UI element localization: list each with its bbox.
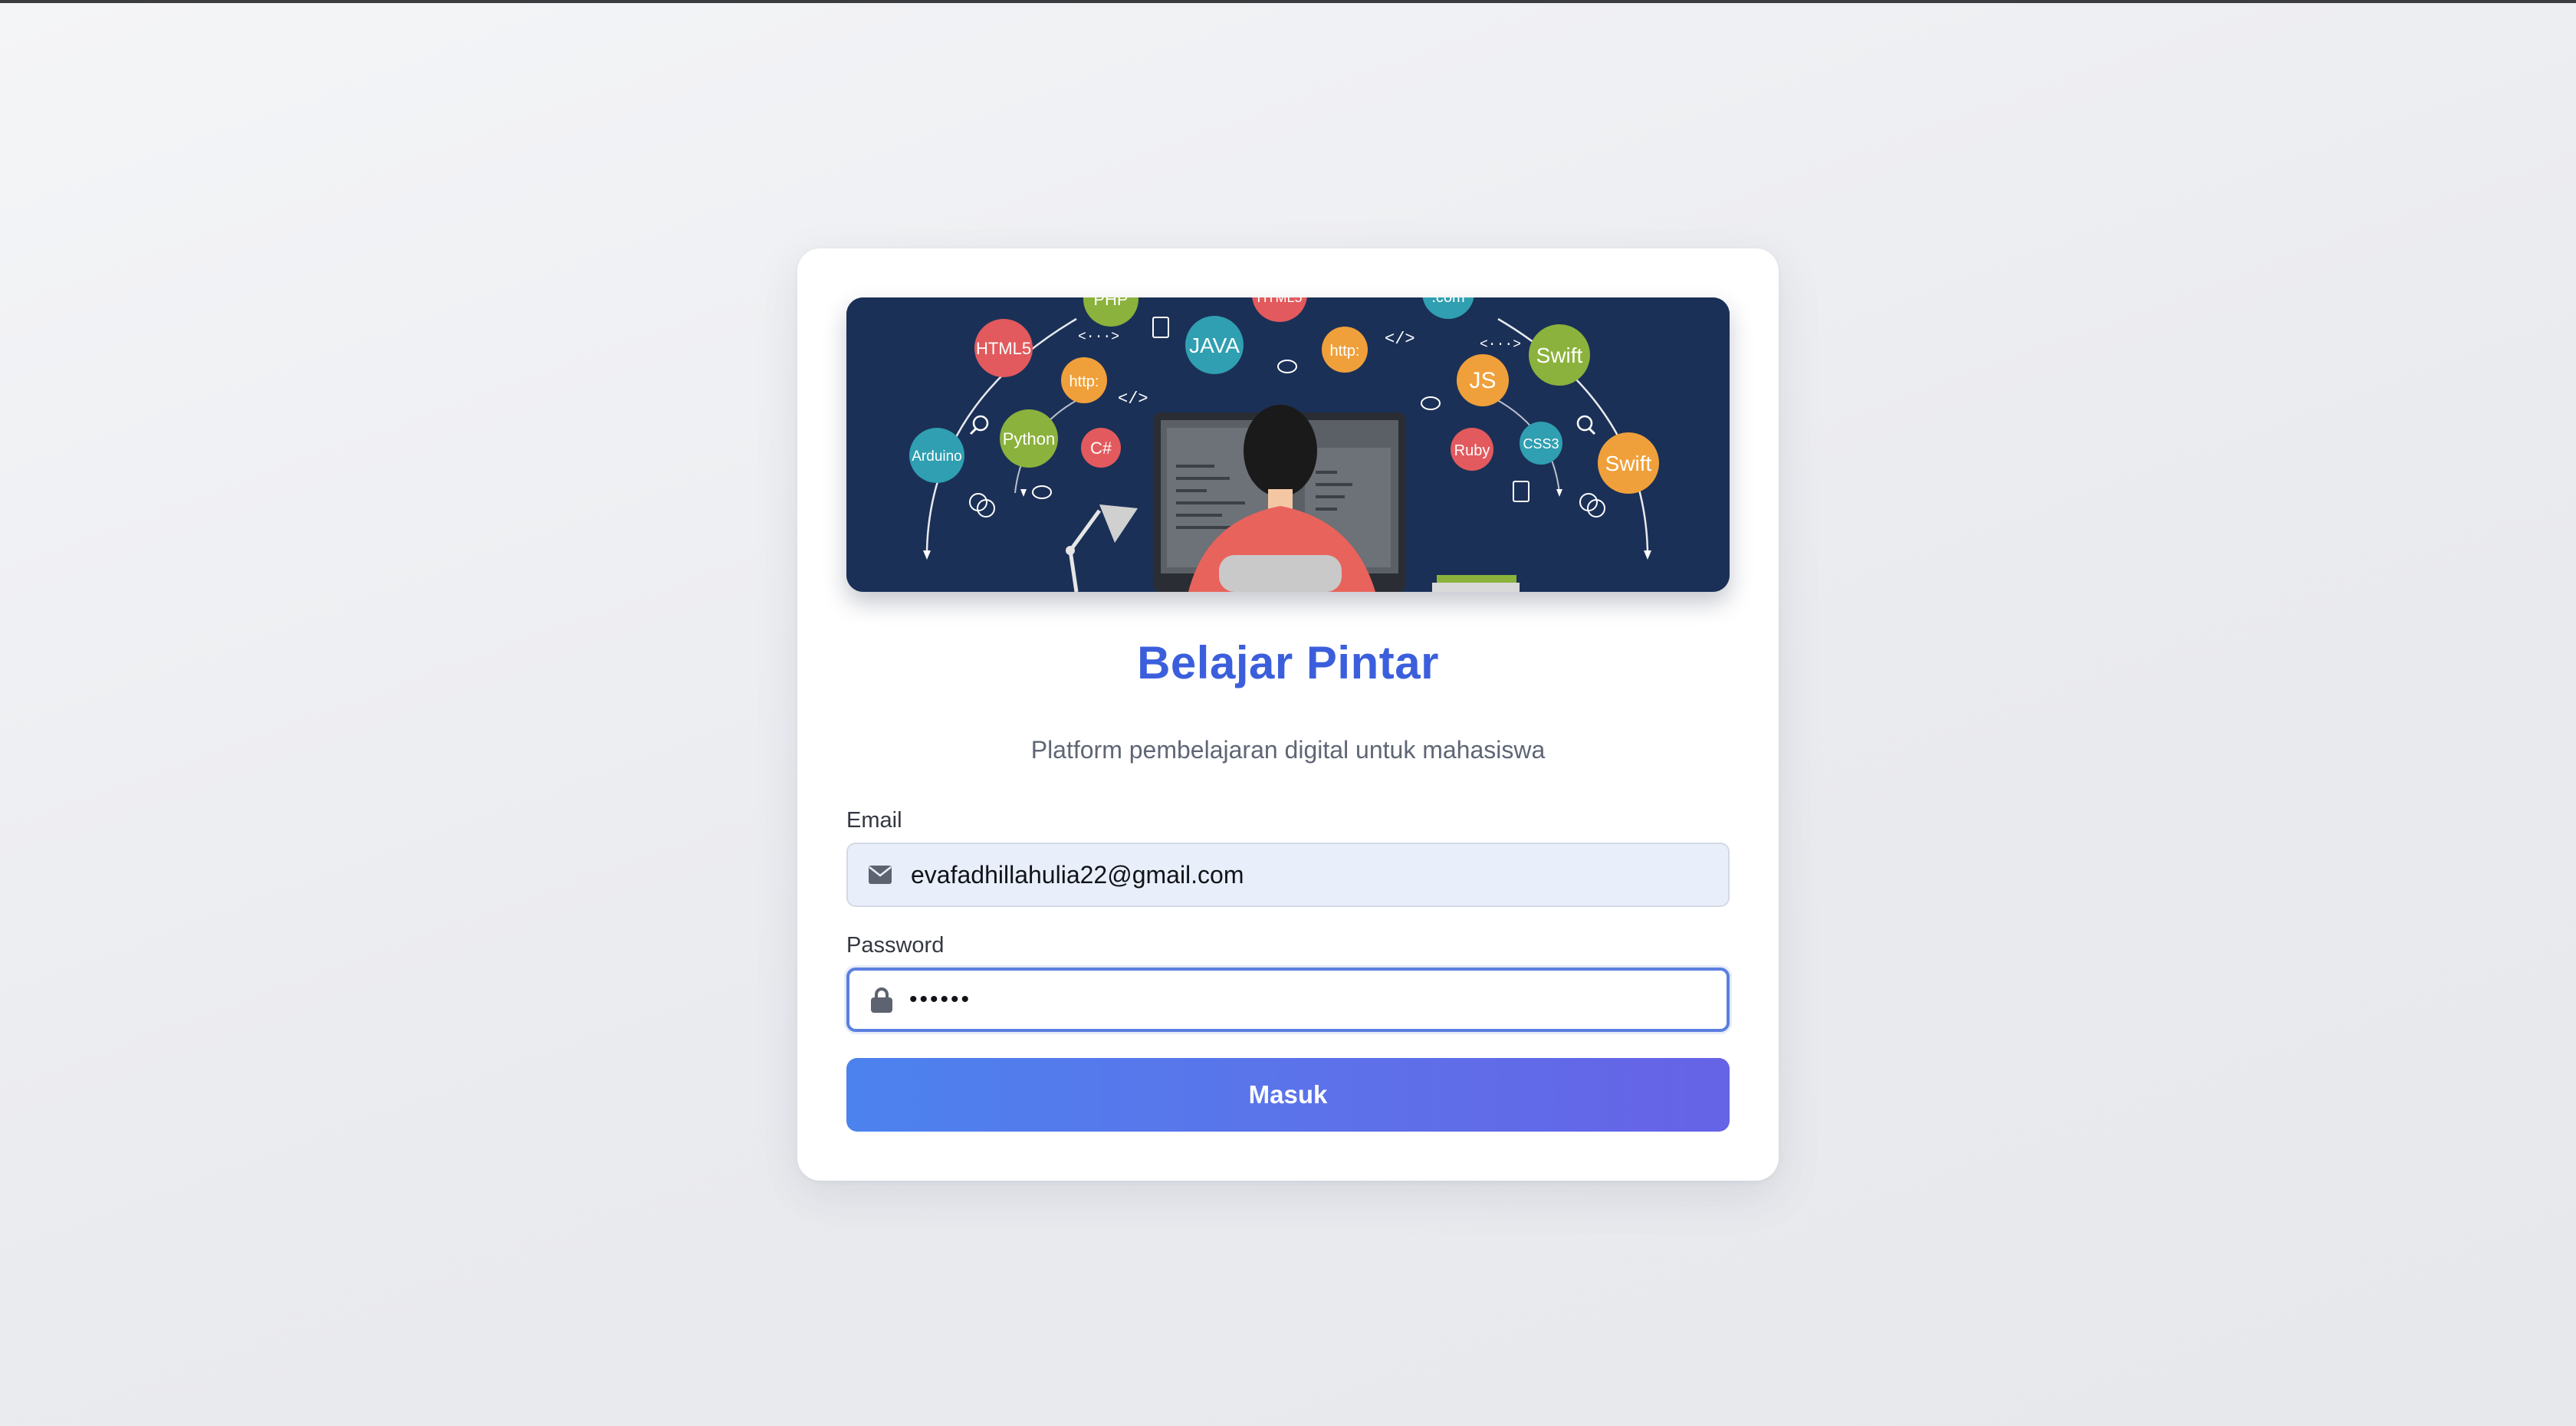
bubble-ruby: Ruby — [1451, 428, 1493, 471]
bubble-csharp: C# — [1081, 428, 1121, 468]
password-label: Password — [846, 933, 945, 958]
bubble-http-right: http: — [1322, 327, 1368, 373]
svg-text:http:: http: — [1070, 373, 1099, 390]
window-top-border — [0, 0, 2576, 3]
svg-text:http:: http: — [1330, 343, 1360, 360]
password-field[interactable]: •••••• — [846, 968, 1730, 1032]
svg-text:Python: Python — [1003, 429, 1056, 449]
svg-text:JS: JS — [1469, 368, 1496, 393]
code-symbol: </> — [1385, 330, 1415, 349]
svg-text:C#: C# — [1090, 439, 1112, 458]
bubble-java: JAVA — [1185, 316, 1244, 374]
bubble-http-left: http: — [1061, 357, 1107, 403]
svg-text:Ruby: Ruby — [1454, 442, 1490, 459]
app-subtitle: Platform pembelajaran digital untuk maha… — [1030, 736, 1546, 764]
bubble-swift-top: Swift — [1529, 324, 1590, 386]
svg-text:Swift: Swift — [1605, 452, 1652, 475]
code-symbol: <···> — [1078, 330, 1119, 345]
login-card: PHP HTML5 JAVA HTML5 .com Swift http: ht… — [797, 248, 1779, 1181]
bubble-python: Python — [1000, 409, 1058, 468]
envelope-icon — [866, 861, 894, 889]
svg-text:HTML5: HTML5 — [976, 339, 1031, 358]
svg-text:Swift: Swift — [1536, 343, 1583, 367]
code-symbol: <···> — [1480, 337, 1521, 353]
email-input[interactable] — [911, 844, 1708, 905]
svg-text:PHP: PHP — [1093, 297, 1128, 309]
email-field[interactable] — [846, 843, 1730, 907]
lock-icon — [868, 986, 895, 1014]
svg-text:JAVA: JAVA — [1189, 334, 1240, 357]
svg-text:CSS3: CSS3 — [1523, 436, 1559, 452]
password-input[interactable]: •••••• — [909, 971, 1707, 1029]
email-label: Email — [846, 808, 902, 833]
bubble-swift-right: Swift — [1598, 432, 1659, 494]
app-title: Belajar Pintar — [1137, 637, 1439, 688]
svg-text:HTML5: HTML5 — [1257, 297, 1302, 305]
code-symbol: </> — [1118, 389, 1148, 409]
login-submit-button[interactable]: Masuk — [846, 1058, 1730, 1132]
bubble-js: JS — [1457, 354, 1509, 406]
bubble-css3: CSS3 — [1520, 422, 1562, 465]
bubble-html5: HTML5 — [974, 319, 1033, 377]
bubble-arduino: Arduino — [909, 428, 964, 483]
svg-text:.com: .com — [1431, 297, 1464, 306]
svg-text:Arduino: Arduino — [912, 449, 962, 465]
hero-banner-illustration: PHP HTML5 JAVA HTML5 .com Swift http: ht… — [846, 297, 1730, 592]
